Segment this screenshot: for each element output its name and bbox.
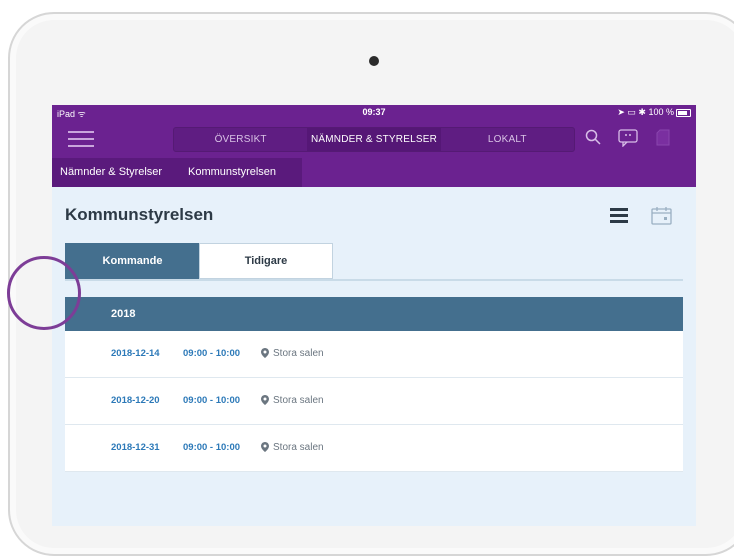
status-time: 09:37 [362,107,386,117]
battery-icon [676,109,691,117]
meeting-date: 2018-12-14 [111,348,160,359]
location-pin-icon [261,442,269,452]
meeting-tabs: Kommande Tidigare [65,243,683,281]
meeting-row[interactable]: 2018-12-20 09:00 - 10:00 Stora salen [65,378,683,425]
meeting-time: 09:00 - 10:00 [183,442,241,453]
breadcrumb: Nämnder & Styrelser Kommunstyrelsen [52,158,696,187]
meeting-row[interactable]: 2018-12-14 09:00 - 10:00 Stora salen [65,331,683,378]
camera-dot [369,56,379,66]
tab-namnder-styrelser[interactable]: NÄMNDER & STYRELSER [307,128,441,151]
meeting-date: 2018-12-20 [111,395,160,406]
breadcrumb-kommunstyrelsen[interactable]: Kommunstyrelsen [180,158,302,187]
location-pin-icon [261,395,269,405]
status-right: ➤ ▭ ✱ 100 % [617,107,674,117]
search-icon[interactable] [585,129,601,145]
menu-icon[interactable] [68,131,94,147]
top-nav: ÖVERSIKT NÄMNDER & STYRELSER LOKALT [52,119,696,158]
tab-oversikt[interactable]: ÖVERSIKT [174,128,307,151]
page-title: Kommunstyrelsen [65,205,214,224]
calendar-icon[interactable] [651,206,672,225]
meeting-time: 09:00 - 10:00 [183,395,241,406]
meeting-location: Stora salen [273,442,324,453]
chat-icon[interactable] [618,129,638,147]
tab-lokalt[interactable]: LOKALT [441,128,574,151]
meeting-date: 2018-12-31 [111,442,160,453]
tab-tidigare[interactable]: Tidigare [199,243,333,279]
nav-tabs: ÖVERSIKT NÄMNDER & STYRELSER LOKALT [173,127,575,152]
meeting-location: Stora salen [273,348,324,359]
year-header: 2018 [65,297,683,331]
document-icon[interactable] [656,129,670,146]
app-screen: iPad ᯤ 09:37 ➤ ▭ ✱ 100 % ÖVERSIKT NÄMNDE… [52,105,696,526]
meeting-row[interactable]: 2018-12-31 09:00 - 10:00 Stora salen [65,425,683,472]
tab-kommande[interactable]: Kommande [65,243,200,279]
status-bar: iPad ᯤ 09:37 ➤ ▭ ✱ 100 % [52,105,696,119]
meeting-time: 09:00 - 10:00 [183,348,241,359]
breadcrumb-namnder[interactable]: Nämnder & Styrelser [52,158,186,187]
list-view-icon[interactable] [610,208,628,224]
meeting-location: Stora salen [273,395,324,406]
highlight-circle [7,256,81,330]
location-pin-icon [261,348,269,358]
